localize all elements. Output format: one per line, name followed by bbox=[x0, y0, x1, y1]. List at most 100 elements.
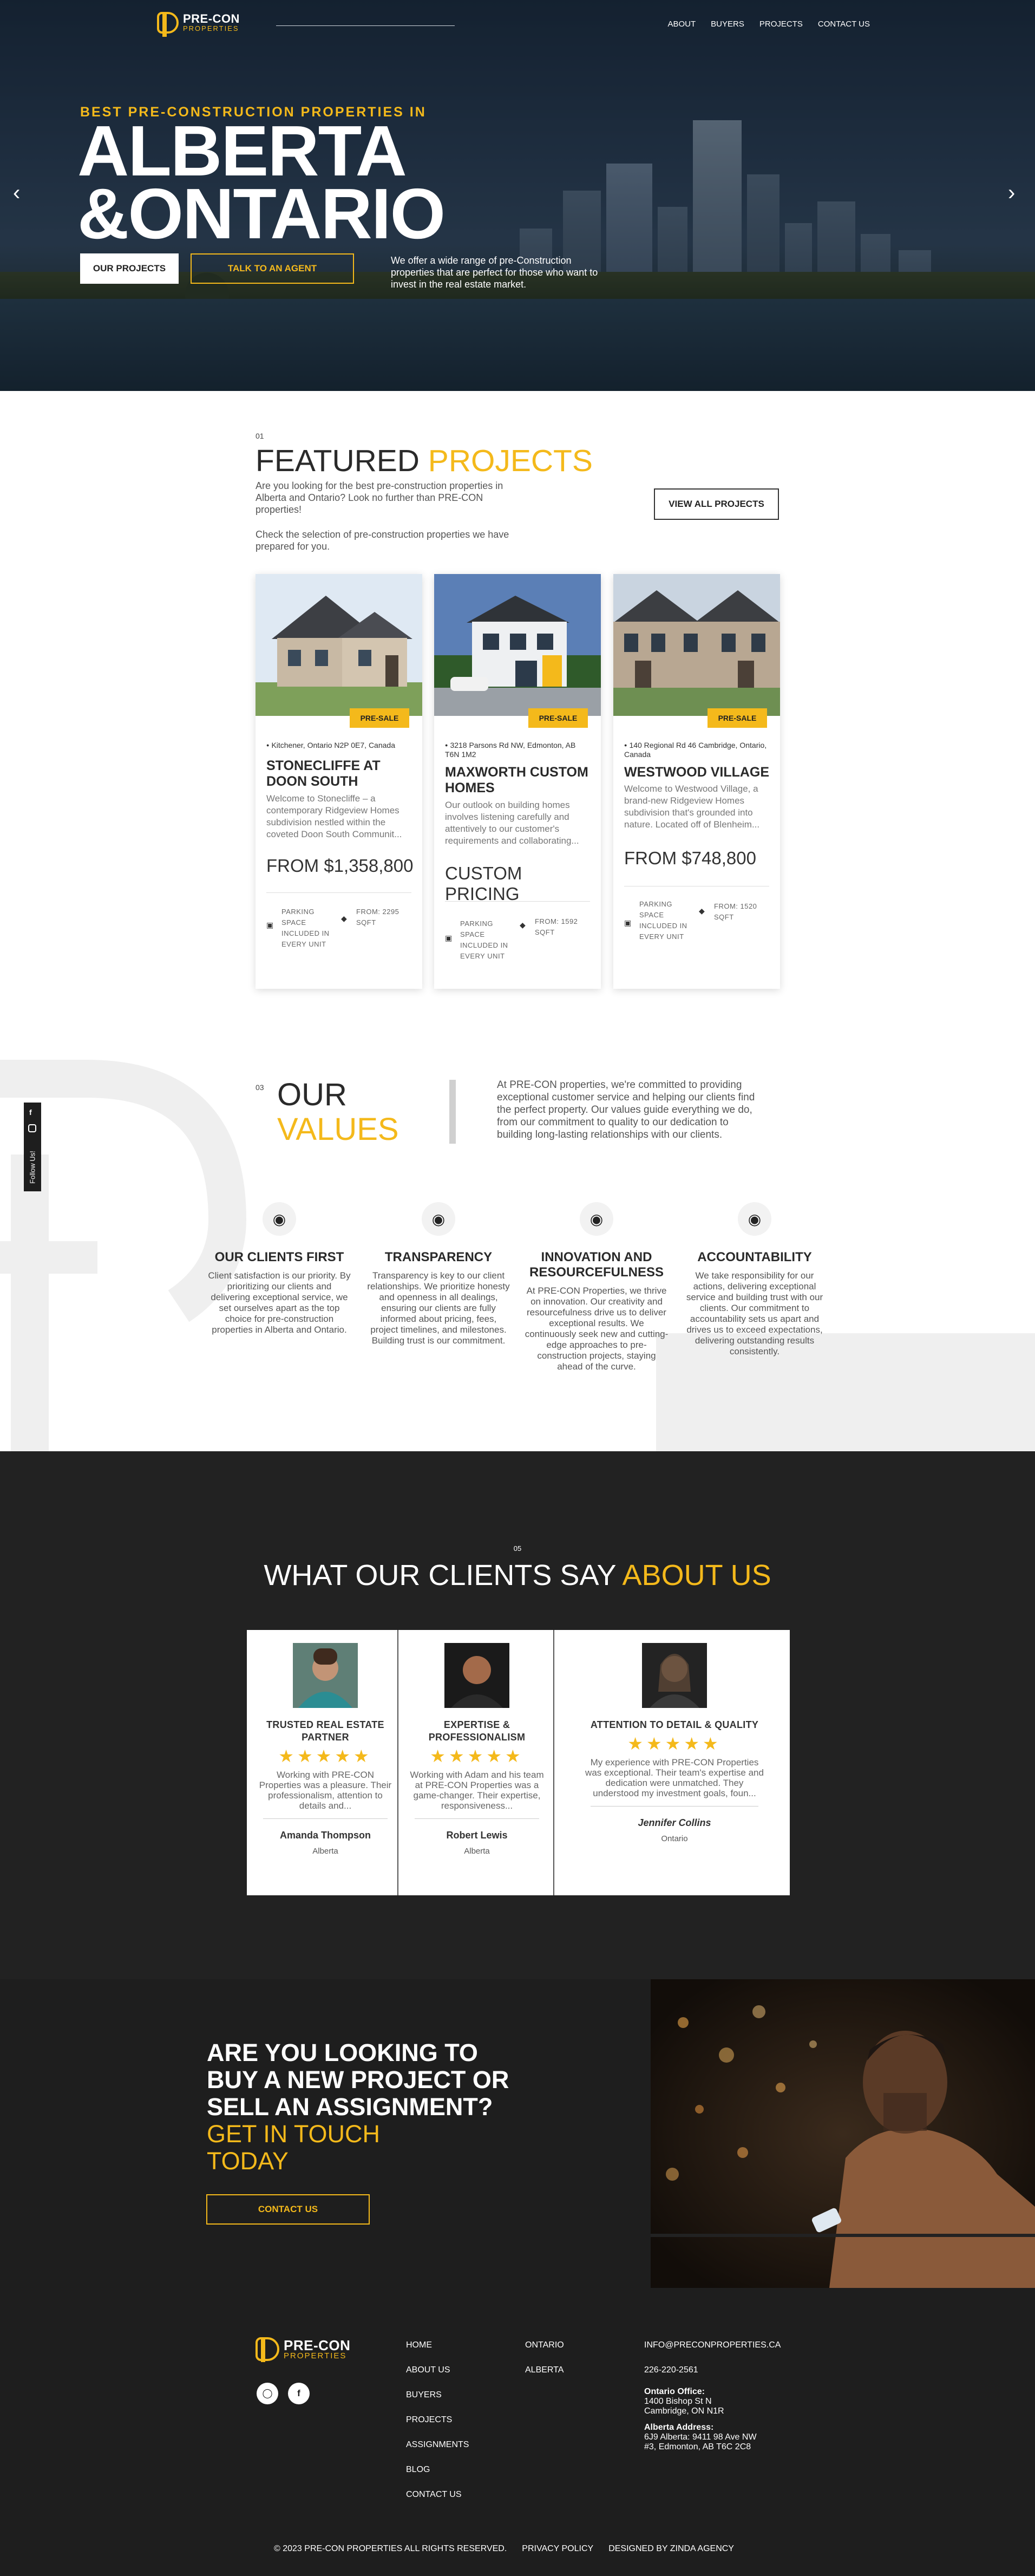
testimonial-location: Ontario bbox=[661, 1834, 688, 1843]
car-icon: ▣ bbox=[445, 934, 453, 942]
facebook-icon[interactable]: f bbox=[29, 1108, 32, 1117]
project-price: CUSTOM PRICING bbox=[445, 863, 522, 904]
value-item: ◉ TRANSPARENCY Transparency is key to ou… bbox=[366, 1202, 511, 1346]
project-sqft: FROM: 1592 SQFT bbox=[535, 917, 578, 936]
project-description: Welcome to Westwood Village, a brand-new… bbox=[624, 784, 760, 830]
brand-name: PRE-CON bbox=[284, 2337, 351, 2353]
project-parking: PARKING SPACE INCLUDED IN EVERY UNIT bbox=[639, 900, 687, 941]
testimonial-text: My experience with PRE-CON Properties wa… bbox=[585, 1757, 764, 1798]
privacy-policy-link[interactable]: PRIVACY POLICY bbox=[522, 2544, 593, 2554]
footer-link-buyers[interactable]: BUYERS bbox=[406, 2390, 442, 2400]
talk-to-agent-button[interactable]: TALK TO AN AGENT bbox=[191, 253, 354, 284]
project-address: 3218 Parsons Rd NW, Edmonton, AB T6N 1M2 bbox=[445, 741, 591, 759]
logo-mark-icon bbox=[157, 12, 179, 37]
footer-logo[interactable]: PRE-CON PROPERTIES bbox=[256, 2337, 351, 2362]
testimonial-card: EXPERTISE & PROFESSIONALISM ★★★★★ Workin… bbox=[409, 1630, 545, 1895]
facebook-icon[interactable]: f bbox=[288, 2383, 310, 2404]
brand-logo[interactable]: PRE-CON PROPERTIES bbox=[157, 12, 240, 37]
footer-link-alberta[interactable]: ALBERTA bbox=[525, 2365, 564, 2375]
value-item: ◉ ACCOUNTABILITY We take responsibility … bbox=[682, 1202, 827, 1357]
presale-badge: PRE-SALE bbox=[350, 708, 409, 728]
hero-description: We offer a wide range of pre-Constructio… bbox=[391, 255, 598, 290]
project-price: FROM $1,358,800 bbox=[266, 856, 414, 876]
project-card[interactable]: PRE-SALE 3218 Parsons Rd NW, Edmonton, A… bbox=[434, 574, 601, 989]
footer-link-assignments[interactable]: ASSIGNMENTS bbox=[406, 2440, 469, 2450]
nav-buyers[interactable]: BUYERS bbox=[711, 19, 744, 29]
project-parking: PARKING SPACE INCLUDED IN EVERY UNIT bbox=[460, 919, 508, 960]
presale-badge: PRE-SALE bbox=[528, 708, 588, 728]
testimonial-text: Working with PRE-CON Properties was a pl… bbox=[259, 1770, 392, 1811]
ontario-office-label: Ontario Office: bbox=[644, 2387, 705, 2396]
project-name[interactable]: MAXWORTH CUSTOM HOMES bbox=[445, 765, 592, 796]
value-item: ◉ OUR CLIENTS FIRST Client satisfaction … bbox=[207, 1202, 352, 1335]
project-sqft: FROM: 1520 SQFT bbox=[714, 902, 757, 921]
footer-link-projects[interactable]: PROJECTS bbox=[406, 2415, 452, 2425]
testimonial-heading: EXPERTISE & PROFESSIONALISM bbox=[428, 1719, 526, 1743]
copyright: © 2023 PRE-CON PROPERTIES ALL RIGHTS RES… bbox=[274, 2544, 507, 2553]
project-description: Welcome to Stonecliffe – a contemporary … bbox=[266, 793, 402, 839]
instagram-icon[interactable]: ◯ bbox=[257, 2383, 278, 2404]
footer-phone[interactable]: 226-220-2561 bbox=[644, 2365, 698, 2375]
footer-email[interactable]: INFO@PRECONPROPERTIES.CA bbox=[644, 2340, 781, 2350]
footer-link-blog[interactable]: BLOG bbox=[406, 2465, 430, 2475]
contact-us-button[interactable]: CONTACT US bbox=[206, 2194, 370, 2225]
header-divider bbox=[276, 25, 455, 26]
testimonial-name: Jennifer Collins bbox=[638, 1817, 711, 1828]
project-name[interactable]: STONECLIFFE AT DOON SOUTH bbox=[266, 758, 414, 790]
area-icon: ◆ bbox=[341, 914, 347, 923]
chevron-right-icon[interactable]: › bbox=[1008, 181, 1015, 205]
star-rating: ★★★★★ bbox=[278, 1746, 372, 1766]
footer-link-ontario[interactable]: ONTARIO bbox=[525, 2340, 564, 2350]
testimonials-title: WHAT OUR CLIENTS SAY ABOUT US bbox=[264, 1559, 771, 1592]
featured-intro-2: Check the selection of pre-construction … bbox=[256, 529, 509, 552]
card-divider bbox=[266, 892, 411, 893]
chevron-left-icon[interactable]: ‹ bbox=[13, 181, 20, 205]
footer-link-home[interactable]: HOME bbox=[406, 2340, 432, 2350]
testimonial-divider bbox=[415, 1818, 539, 1819]
project-sqft: FROM: 2295 SQFT bbox=[356, 908, 399, 927]
nav-projects[interactable]: PROJECTS bbox=[759, 19, 803, 29]
alberta-address-line2: #3, Edmonton, AB T6C 2C8 bbox=[644, 2442, 751, 2451]
section-number: 03 bbox=[256, 1083, 264, 1092]
instagram-icon[interactable] bbox=[28, 1124, 36, 1132]
logo-mark-icon bbox=[256, 2337, 279, 2362]
ontario-address-line2: Cambridge, ON N1R bbox=[644, 2407, 724, 2416]
testimonial-name: Robert Lewis bbox=[446, 1830, 508, 1841]
section-number: 01 bbox=[256, 432, 264, 440]
presale-badge: PRE-SALE bbox=[708, 708, 767, 728]
project-card[interactable]: PRE-SALE 140 Regional Rd 46 Cambridge, O… bbox=[613, 574, 780, 989]
card-divider bbox=[445, 901, 590, 902]
avatar bbox=[293, 1643, 358, 1708]
follow-label: Follow Us! bbox=[28, 1151, 37, 1184]
avatar bbox=[444, 1643, 509, 1708]
avatar bbox=[642, 1643, 707, 1708]
star-rating: ★★★★★ bbox=[627, 1734, 722, 1753]
values-accent-bar bbox=[449, 1080, 456, 1144]
featured-intro: Are you looking for the best pre-constru… bbox=[256, 480, 503, 515]
designed-by-link[interactable]: DESIGNED BY ZINDA AGENCY bbox=[608, 2544, 734, 2554]
area-icon: ◆ bbox=[520, 921, 526, 929]
brand-sub: PROPERTIES bbox=[284, 2351, 347, 2360]
social-sidebar: f Follow Us! bbox=[24, 1103, 41, 1191]
value-title: TRANSPARENCY bbox=[384, 1250, 493, 1264]
view-all-projects-button[interactable]: VIEW ALL PROJECTS bbox=[654, 488, 779, 520]
project-price: FROM $748,800 bbox=[624, 848, 756, 868]
nav-about[interactable]: ABOUT bbox=[667, 19, 696, 29]
project-name[interactable]: WESTWOOD VILLAGE bbox=[624, 765, 771, 780]
medal-icon: ◉ bbox=[263, 1202, 296, 1236]
testimonial-heading: TRUSTED REAL ESTATE PARTNER bbox=[266, 1719, 384, 1743]
car-icon: ▣ bbox=[266, 921, 274, 929]
footer-bottom: © 2023 PRE-CON PROPERTIES ALL RIGHTS RES… bbox=[274, 2544, 734, 2554]
footer-link-about[interactable]: ABOUT US bbox=[406, 2365, 450, 2375]
value-text: At PRE-CON Properties, we thrive on inno… bbox=[525, 1286, 669, 1372]
hero-title-line2: &ONTARIO bbox=[77, 174, 446, 253]
project-card[interactable]: PRE-SALE Kitchener, Ontario N2P 0E7, Can… bbox=[256, 574, 422, 989]
testimonials-box: TRUSTED REAL ESTATE PARTNER ★★★★★ Workin… bbox=[247, 1630, 790, 1895]
our-projects-button[interactable]: OUR PROJECTS bbox=[80, 253, 179, 284]
main-nav: ABOUT BUYERS PROJECTS CONTACT US bbox=[667, 19, 870, 29]
alberta-address-line1: 6J9 Alberta: 9411 98 Ave NW bbox=[644, 2432, 757, 2442]
footer-link-contact[interactable]: CONTACT US bbox=[406, 2490, 462, 2500]
project-parking: PARKING SPACE INCLUDED IN EVERY UNIT bbox=[281, 908, 330, 948]
value-text: Transparency is key to our client relati… bbox=[367, 1270, 510, 1346]
nav-contact[interactable]: CONTACT US bbox=[818, 19, 870, 29]
